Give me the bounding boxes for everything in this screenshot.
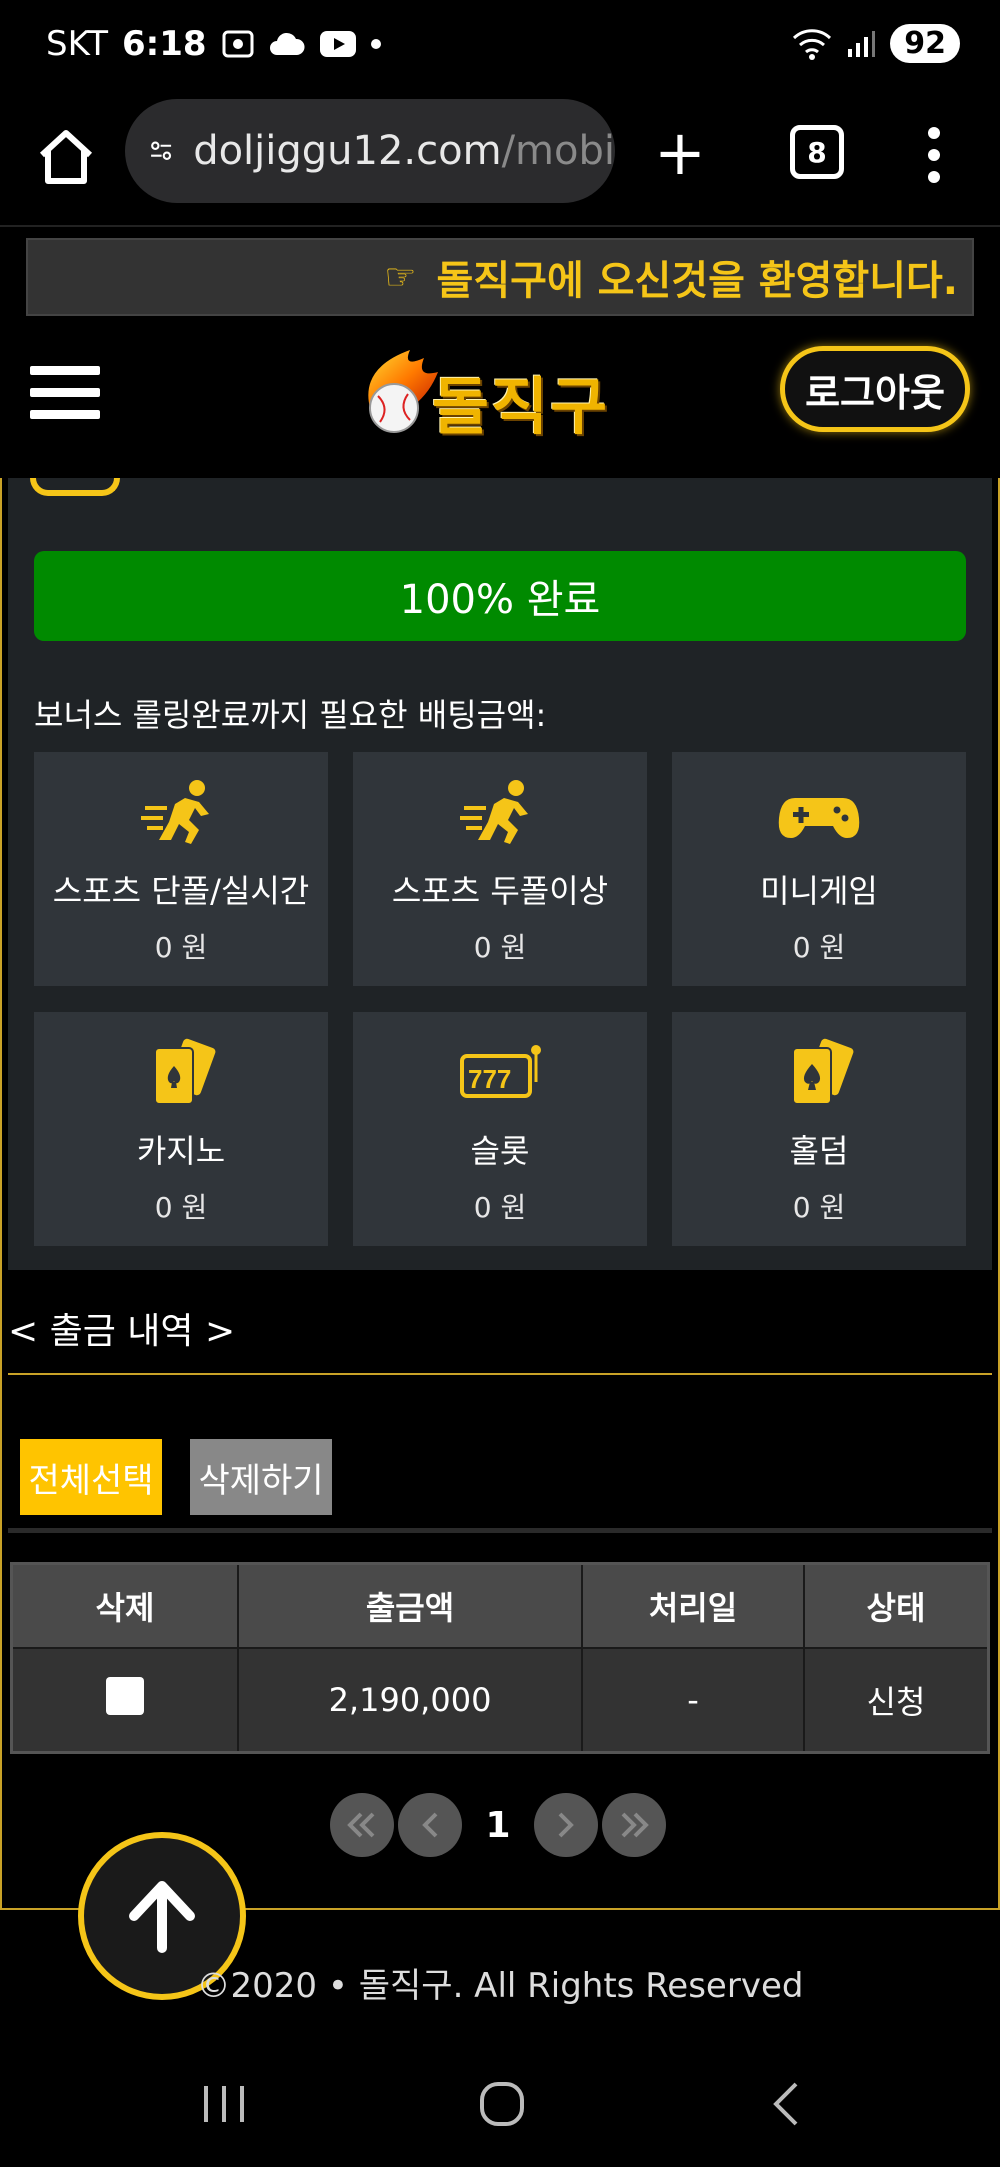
row-status: 신청 <box>803 1647 990 1754</box>
chevron-left-icon <box>422 1812 438 1838</box>
card-name: 홀덤 <box>789 1132 849 1170</box>
arrow-up-icon <box>129 1881 195 1953</box>
chevron-right-icon <box>558 1812 574 1838</box>
column-header-amount: 출금액 <box>237 1562 583 1649</box>
card-amount: 0 원 <box>792 931 846 964</box>
column-header-date: 처리일 <box>581 1562 805 1649</box>
site-logo[interactable]: 돌직구 <box>350 328 650 448</box>
youtube-icon <box>319 31 356 57</box>
new-tab-icon[interactable]: + <box>654 121 706 185</box>
cards-icon <box>154 1038 216 1105</box>
withdrawal-history-title: < 출금 내역 > <box>8 1311 236 1352</box>
signal-icon <box>848 30 876 57</box>
next-page-button[interactable] <box>534 1793 598 1857</box>
delete-button[interactable]: 삭제하기 <box>190 1439 332 1515</box>
column-header-status: 상태 <box>803 1562 990 1649</box>
card-name: 스포츠 두폴이상 <box>391 872 609 910</box>
home-icon[interactable] <box>34 125 98 189</box>
address-bar[interactable]: doljiggu12.com/mobi <box>125 99 615 203</box>
site-header: 돌직구 로그아웃 <box>0 320 1000 478</box>
double-chevron-left-icon <box>347 1812 375 1838</box>
logout-button[interactable]: 로그아웃 <box>780 346 970 432</box>
runner-icon <box>141 780 209 844</box>
bonus-card-casino: 카지노 0 원 <box>34 1012 328 1246</box>
welcome-banner: ☞ 돌직구에 오신것을 환영합니다. <box>26 238 974 316</box>
pagination: 1 <box>330 1793 666 1857</box>
browser-toolbar: doljiggu12.com/mobi + 8 <box>0 95 1000 227</box>
row-checkbox[interactable] <box>106 1677 144 1715</box>
card-amount: 0 원 <box>154 931 208 964</box>
status-bar: SKT 6:18 92 <box>0 0 1000 95</box>
slot-machine-icon: 777 <box>460 1045 541 1098</box>
tab-switcher-button[interactable]: 8 <box>790 125 844 179</box>
pointing-hand-icon: ☞ <box>384 256 417 298</box>
bonus-card-holdem: 홀덤 0 원 <box>672 1012 966 1246</box>
screenshot-icon <box>222 30 254 58</box>
battery-level: 92 <box>890 24 960 63</box>
progress-label: 100% 완료 <box>399 577 601 623</box>
bonus-card-sports-single: 스포츠 단폴/실시간 0 원 <box>34 752 328 986</box>
carrier-label: SKT <box>46 24 109 64</box>
site-settings-icon[interactable] <box>149 128 173 174</box>
card-name: 슬롯 <box>470 1132 530 1170</box>
select-all-button[interactable]: 전체선택 <box>20 1439 162 1515</box>
spade-card-icon <box>792 1038 854 1105</box>
card-amount: 0 원 <box>473 931 527 964</box>
row-amount: 2,190,000 <box>237 1647 583 1754</box>
row-date: - <box>581 1647 805 1754</box>
bonus-card-slot: 777 슬롯 0 원 <box>353 1012 647 1246</box>
bonus-card-sports-multi: 스포츠 두폴이상 0 원 <box>353 752 647 986</box>
card-amount: 0 원 <box>473 1191 527 1224</box>
overflow-menu-icon[interactable] <box>928 127 942 193</box>
dot-icon <box>370 39 381 49</box>
current-page[interactable]: 1 <box>466 1805 530 1846</box>
bonus-rolling-label: 보너스 롤링완료까지 필요한 배팅금액: <box>34 696 547 734</box>
card-name: 카지노 <box>136 1132 226 1170</box>
footer-copyright: ©2020 • 돌직구. All Rights Reserved <box>196 1966 804 2006</box>
status-left: SKT 6:18 <box>46 24 381 64</box>
cloud-icon <box>269 32 305 55</box>
table-header-row: 삭제 출금액 처리일 상태 <box>10 1562 990 1649</box>
table-row: 2,190,000 - 신청 <box>10 1647 990 1754</box>
runner-icon <box>460 780 528 844</box>
welcome-text: 돌직구에 오신것을 환영합니다. <box>436 258 958 304</box>
card-name: 스포츠 단폴/실시간 <box>52 872 310 910</box>
logo-text: 돌직구 <box>432 370 610 443</box>
gamepad-icon <box>778 798 860 838</box>
rolling-progress-bar: 100% 완료 <box>34 551 966 641</box>
card-name: 미니게임 <box>760 872 878 910</box>
toolbar-divider <box>8 1528 992 1533</box>
withdrawal-table: 삭제 출금액 처리일 상태 2,190,000 - 신청 <box>10 1562 990 1754</box>
wifi-icon <box>793 28 832 60</box>
status-ring-icon <box>30 478 120 496</box>
svg-text:777: 777 <box>468 1064 511 1094</box>
recent-apps-icon[interactable] <box>200 2082 248 2126</box>
system-nav-bar <box>0 2060 1000 2167</box>
card-amount: 0 원 <box>792 1191 846 1224</box>
section-divider <box>8 1373 992 1375</box>
url-host: doljiggu12.com <box>193 128 502 174</box>
prev-page-button[interactable] <box>398 1793 462 1857</box>
first-page-button[interactable] <box>330 1793 394 1857</box>
url-path: /mobi <box>501 128 615 174</box>
frame-left <box>0 478 2 1910</box>
home-nav-icon[interactable] <box>478 2080 526 2128</box>
status-right: 92 <box>792 24 960 63</box>
bonus-card-minigame: 미니게임 0 원 <box>672 752 966 986</box>
last-page-button[interactable] <box>602 1793 666 1857</box>
url-text[interactable]: doljiggu12.com/mobi <box>193 128 615 174</box>
clock: 6:18 <box>122 24 207 64</box>
column-header-delete: 삭제 <box>10 1562 239 1649</box>
back-icon[interactable] <box>766 2080 806 2128</box>
row-checkbox-cell <box>10 1647 239 1754</box>
hamburger-menu-icon[interactable] <box>30 366 100 432</box>
card-amount: 0 원 <box>154 1191 208 1224</box>
double-chevron-right-icon <box>621 1812 649 1838</box>
